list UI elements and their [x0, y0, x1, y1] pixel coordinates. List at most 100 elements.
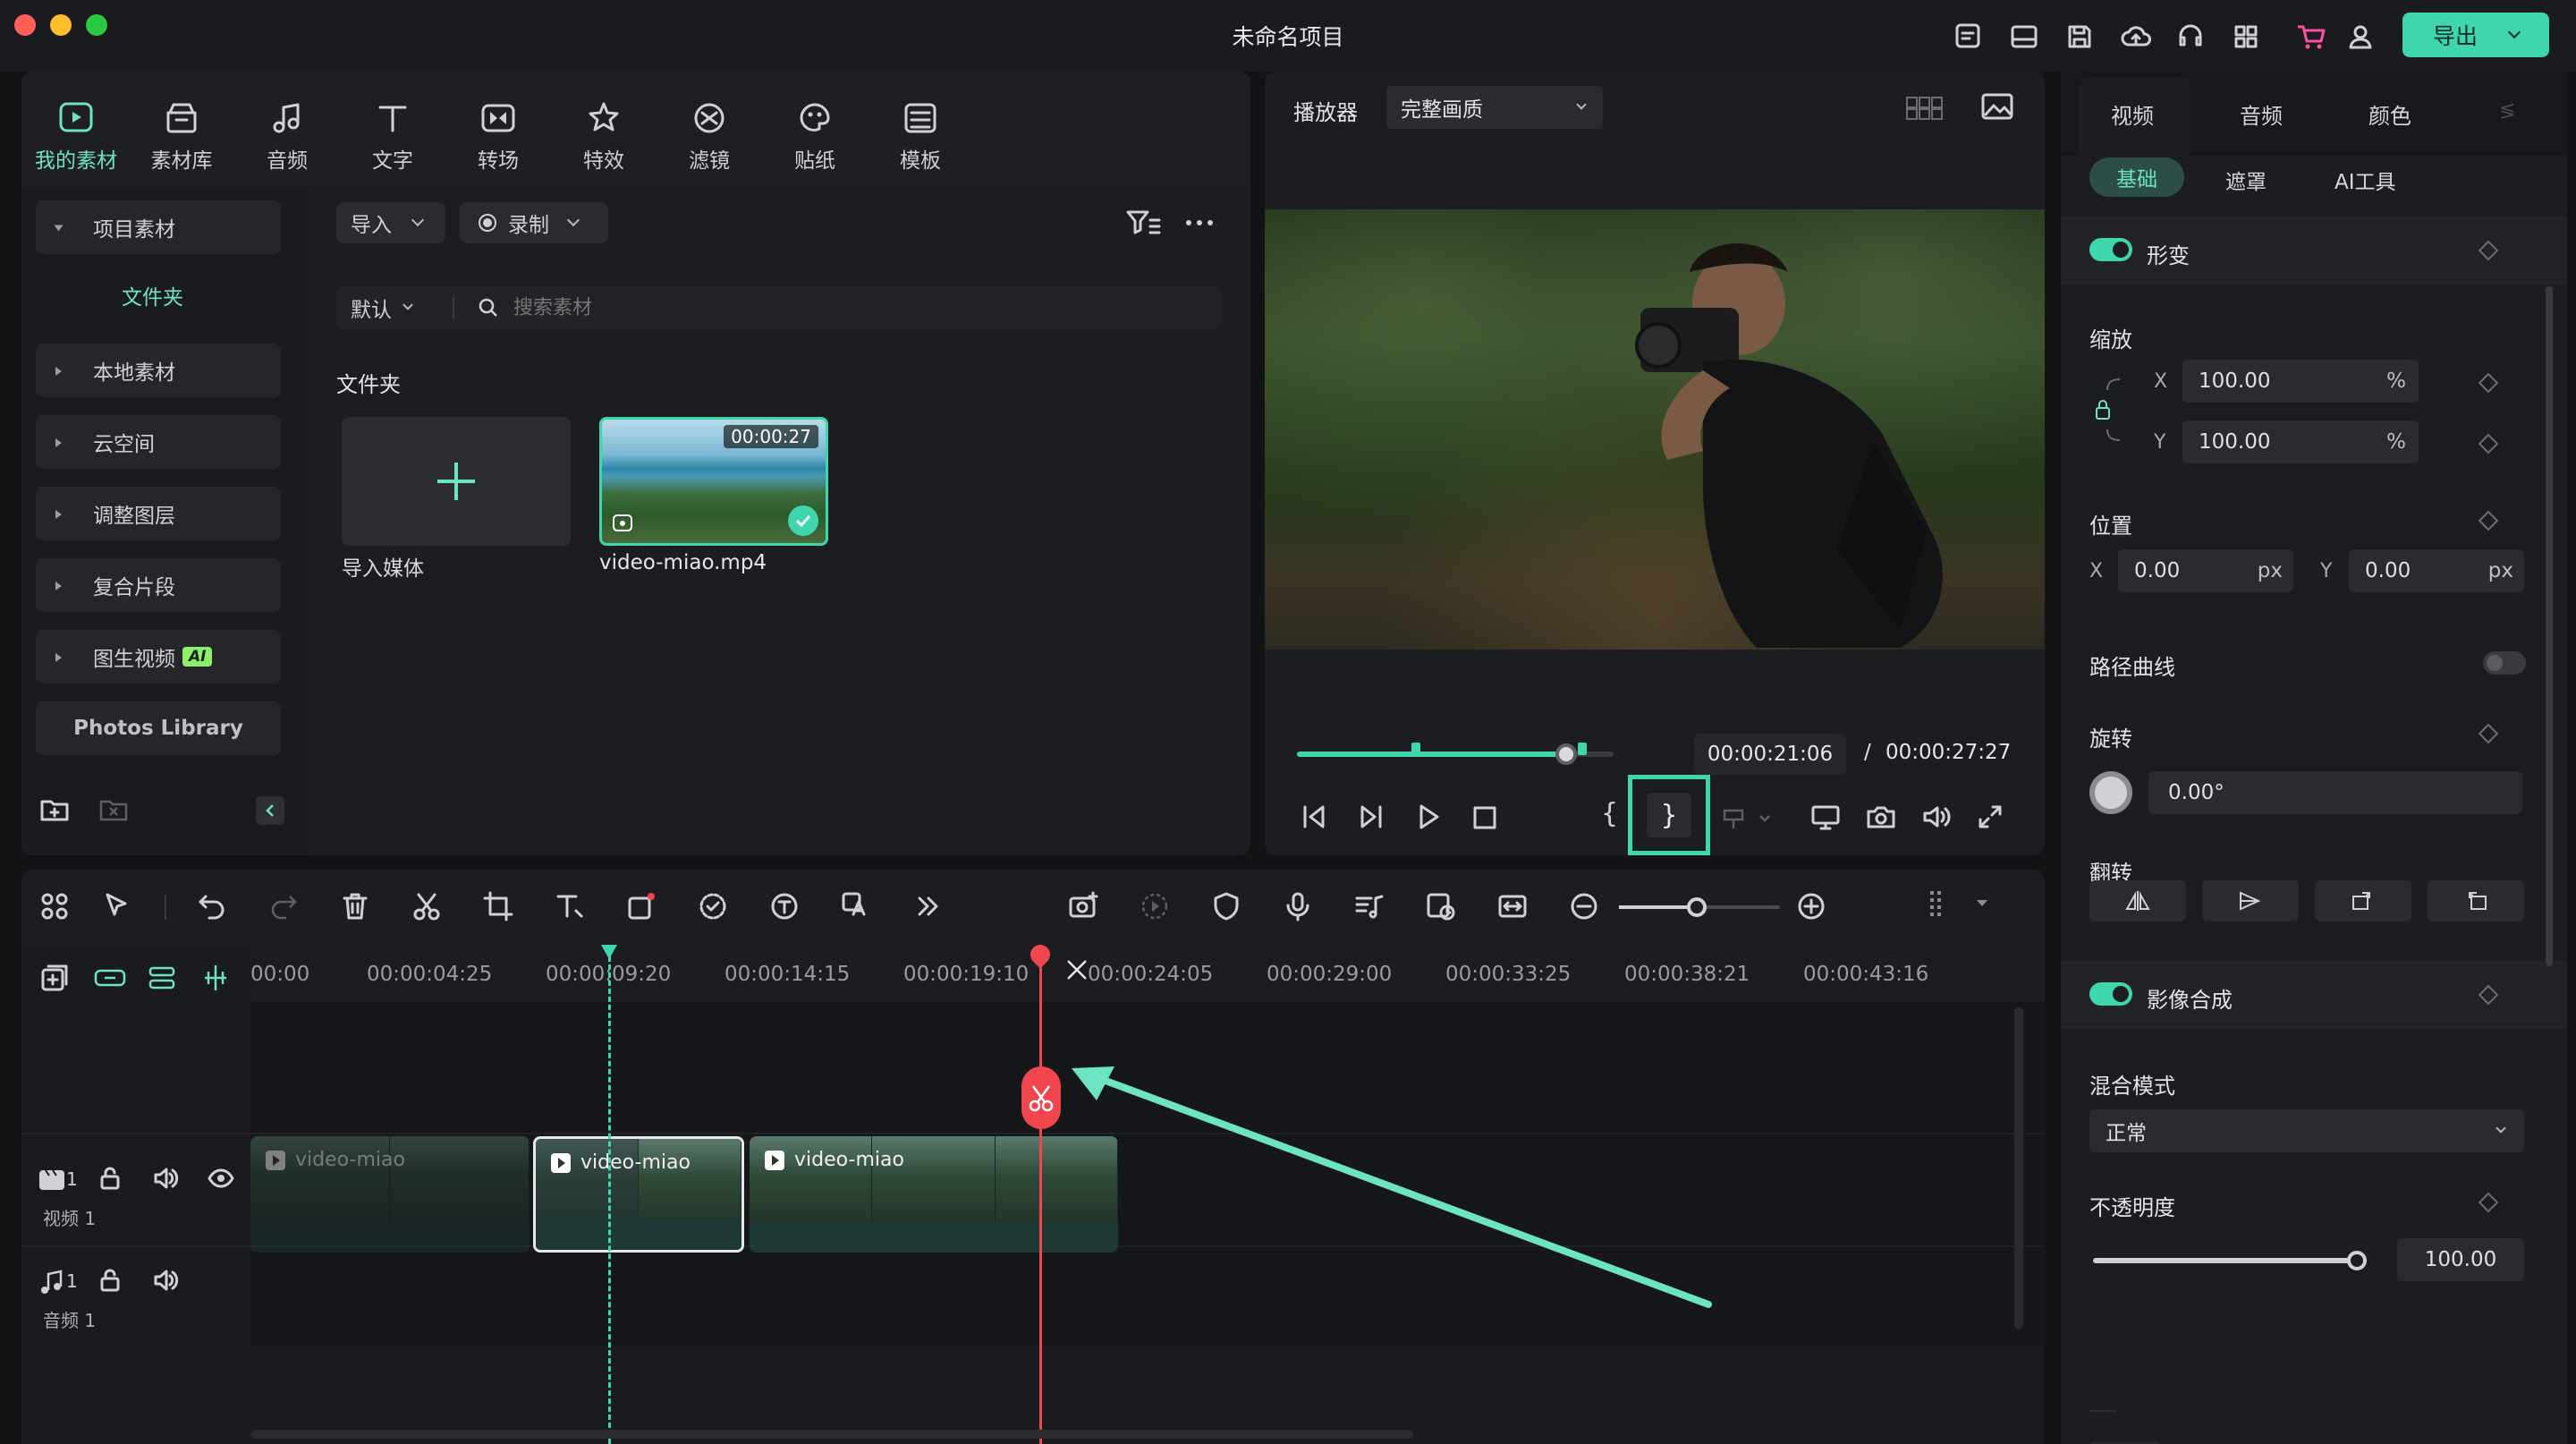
tab-video[interactable]: 视频: [2111, 98, 2154, 130]
sort-dropdown[interactable]: 默认: [336, 293, 453, 323]
translate-icon[interactable]: [841, 891, 873, 923]
magnetic-track-icon[interactable]: [147, 963, 179, 995]
layout-icon[interactable]: [2009, 21, 2041, 52]
crop-icon[interactable]: [483, 891, 515, 923]
opacity-slider-knob[interactable]: [2347, 1251, 2367, 1270]
track-settings-icon[interactable]: [1923, 888, 1955, 920]
vertical-scrollbar[interactable]: [2014, 1007, 2023, 1329]
collapse-sidebar-button[interactable]: [256, 796, 284, 825]
tab-audio[interactable]: 音频: [238, 100, 336, 174]
chevron-down-icon[interactable]: [1977, 900, 1987, 906]
media-clip-thumbnail[interactable]: 00:00:27: [599, 417, 828, 546]
import-media-tile[interactable]: [342, 417, 571, 546]
display-monitor-icon[interactable]: [1810, 803, 1841, 830]
speech-to-text-icon[interactable]: [769, 891, 801, 923]
sidebar-item-folder[interactable]: 文件夹: [122, 280, 183, 310]
mark-in-handle[interactable]: [1411, 743, 1420, 755]
zoom-out-icon[interactable]: [1569, 891, 1601, 923]
delete-trash-icon[interactable]: [340, 891, 372, 923]
properties-scrollbar[interactable]: [2546, 286, 2553, 966]
keyframe-diamond-icon[interactable]: [2478, 433, 2499, 454]
subtab-mask[interactable]: 遮罩: [2225, 165, 2267, 195]
quality-dropdown[interactable]: 完整画质: [1386, 86, 1603, 129]
record-dropdown-button[interactable]: 录制: [460, 202, 608, 243]
lock-link-icon[interactable]: [2091, 372, 2123, 447]
eye-visibility-icon[interactable]: [208, 1165, 240, 1197]
compositing-toggle[interactable]: [2089, 982, 2132, 1006]
sidebar-item-adjustment-layer[interactable]: 调整图层: [36, 487, 281, 540]
tab-effects[interactable]: 特效: [555, 100, 653, 174]
lock-track-icon[interactable]: [97, 1165, 129, 1197]
keyframe-diamond-icon[interactable]: [2478, 372, 2499, 394]
sidebar-item-cloud[interactable]: 云空间: [36, 415, 281, 469]
scale-y-field[interactable]: 100.00%: [2182, 420, 2419, 463]
text-tool-icon[interactable]: [555, 891, 587, 923]
blend-mode-dropdown[interactable]: 正常: [2089, 1109, 2524, 1152]
fit-width-icon[interactable]: [1497, 891, 1530, 923]
tab-sticker[interactable]: 贴纸: [766, 100, 864, 174]
tab-filter[interactable]: 滤镜: [660, 100, 758, 174]
rotate-ccw-button[interactable]: [2428, 880, 2524, 922]
search-input[interactable]: [513, 296, 1211, 319]
voiceover-mic-icon[interactable]: [1283, 891, 1315, 923]
split-scissors-icon[interactable]: [411, 891, 444, 923]
horizontal-scrollbar[interactable]: [250, 1430, 1413, 1439]
mark-out-icon[interactable]: }: [1647, 793, 1691, 837]
export-button[interactable]: 导出: [2402, 13, 2549, 57]
import-dropdown-button[interactable]: 导入: [336, 202, 445, 243]
tab-my-media[interactable]: 我的素材: [27, 100, 125, 174]
user-account-icon[interactable]: [2345, 21, 2377, 52]
apps-grid-icon[interactable]: [2231, 21, 2263, 52]
flip-horizontal-button[interactable]: [2089, 880, 2186, 922]
new-folder-icon[interactable]: [39, 796, 70, 823]
marker-shield-icon[interactable]: [1211, 891, 1243, 923]
zoom-slider-knob[interactable]: [1687, 897, 1707, 917]
stop-icon[interactable]: [1472, 805, 1497, 830]
feedback-icon[interactable]: [1953, 21, 1986, 52]
position-y-field[interactable]: 0.00 px: [2349, 549, 2524, 592]
rotate-dial[interactable]: [2089, 771, 2132, 814]
audio-mix-icon[interactable]: [1354, 891, 1386, 923]
more-tools-icon[interactable]: [912, 891, 945, 923]
path-curve-toggle[interactable]: [2483, 651, 2526, 675]
more-options-icon[interactable]: [1184, 218, 1215, 227]
opacity-field[interactable]: 100.00: [2397, 1238, 2524, 1281]
save-icon[interactable]: [2064, 21, 2097, 52]
opacity-slider[interactable]: [2093, 1251, 2367, 1270]
snap-icon[interactable]: [200, 963, 233, 995]
undo-icon[interactable]: [197, 891, 229, 923]
subtab-ai-tools[interactable]: AI工具: [2334, 165, 2396, 195]
position-x-field[interactable]: 0.00 px: [2118, 549, 2293, 592]
grid-view-icon[interactable]: [1905, 95, 1945, 122]
tab-stock-library[interactable]: 素材库: [132, 100, 231, 174]
cart-icon[interactable]: [2295, 21, 2327, 52]
mark-out-handle[interactable]: [1578, 743, 1587, 755]
volume-icon[interactable]: [1921, 803, 1952, 830]
tab-transition[interactable]: 转场: [449, 100, 547, 174]
link-clips-icon[interactable]: [93, 963, 126, 995]
subtab-basic[interactable]: 基础: [2089, 157, 2184, 197]
shape-mask-icon[interactable]: [626, 891, 658, 923]
scale-x-field[interactable]: 100.00%: [2182, 360, 2419, 403]
tab-template[interactable]: 模板: [871, 100, 970, 174]
flip-vertical-button[interactable]: [2202, 880, 2299, 922]
snapshot-image-icon[interactable]: [1980, 91, 2014, 122]
tab-text[interactable]: 文字: [343, 100, 442, 174]
mute-track-icon[interactable]: [152, 1267, 184, 1299]
lock-track-icon[interactable]: [97, 1267, 129, 1299]
layout-grid-icon[interactable]: [39, 891, 72, 923]
sidebar-item-project-media[interactable]: 项目素材: [36, 200, 281, 254]
clip-speed-icon[interactable]: [1426, 891, 1458, 923]
next-frame-icon[interactable]: [1358, 803, 1385, 830]
zoom-slider[interactable]: [1619, 897, 1780, 917]
zoom-in-icon[interactable]: [1796, 891, 1828, 923]
keyframe-diamond-icon[interactable]: [2478, 723, 2499, 744]
sidebar-item-local[interactable]: 本地素材: [36, 344, 281, 397]
timeline-tracks-area[interactable]: 00:00 00:00:04:25 00:00:09:20 00:00:14:1…: [250, 945, 2045, 1444]
sidebar-item-compound-clip[interactable]: 复合片段: [36, 558, 281, 612]
keyframe-diamond-icon[interactable]: [2478, 510, 2499, 531]
ai-cutout-icon[interactable]: [698, 891, 730, 923]
rotate-cw-button[interactable]: [2315, 880, 2411, 922]
filter-sort-icon[interactable]: [1125, 208, 1161, 238]
keyframe-diamond-icon[interactable]: [2478, 1192, 2499, 1213]
